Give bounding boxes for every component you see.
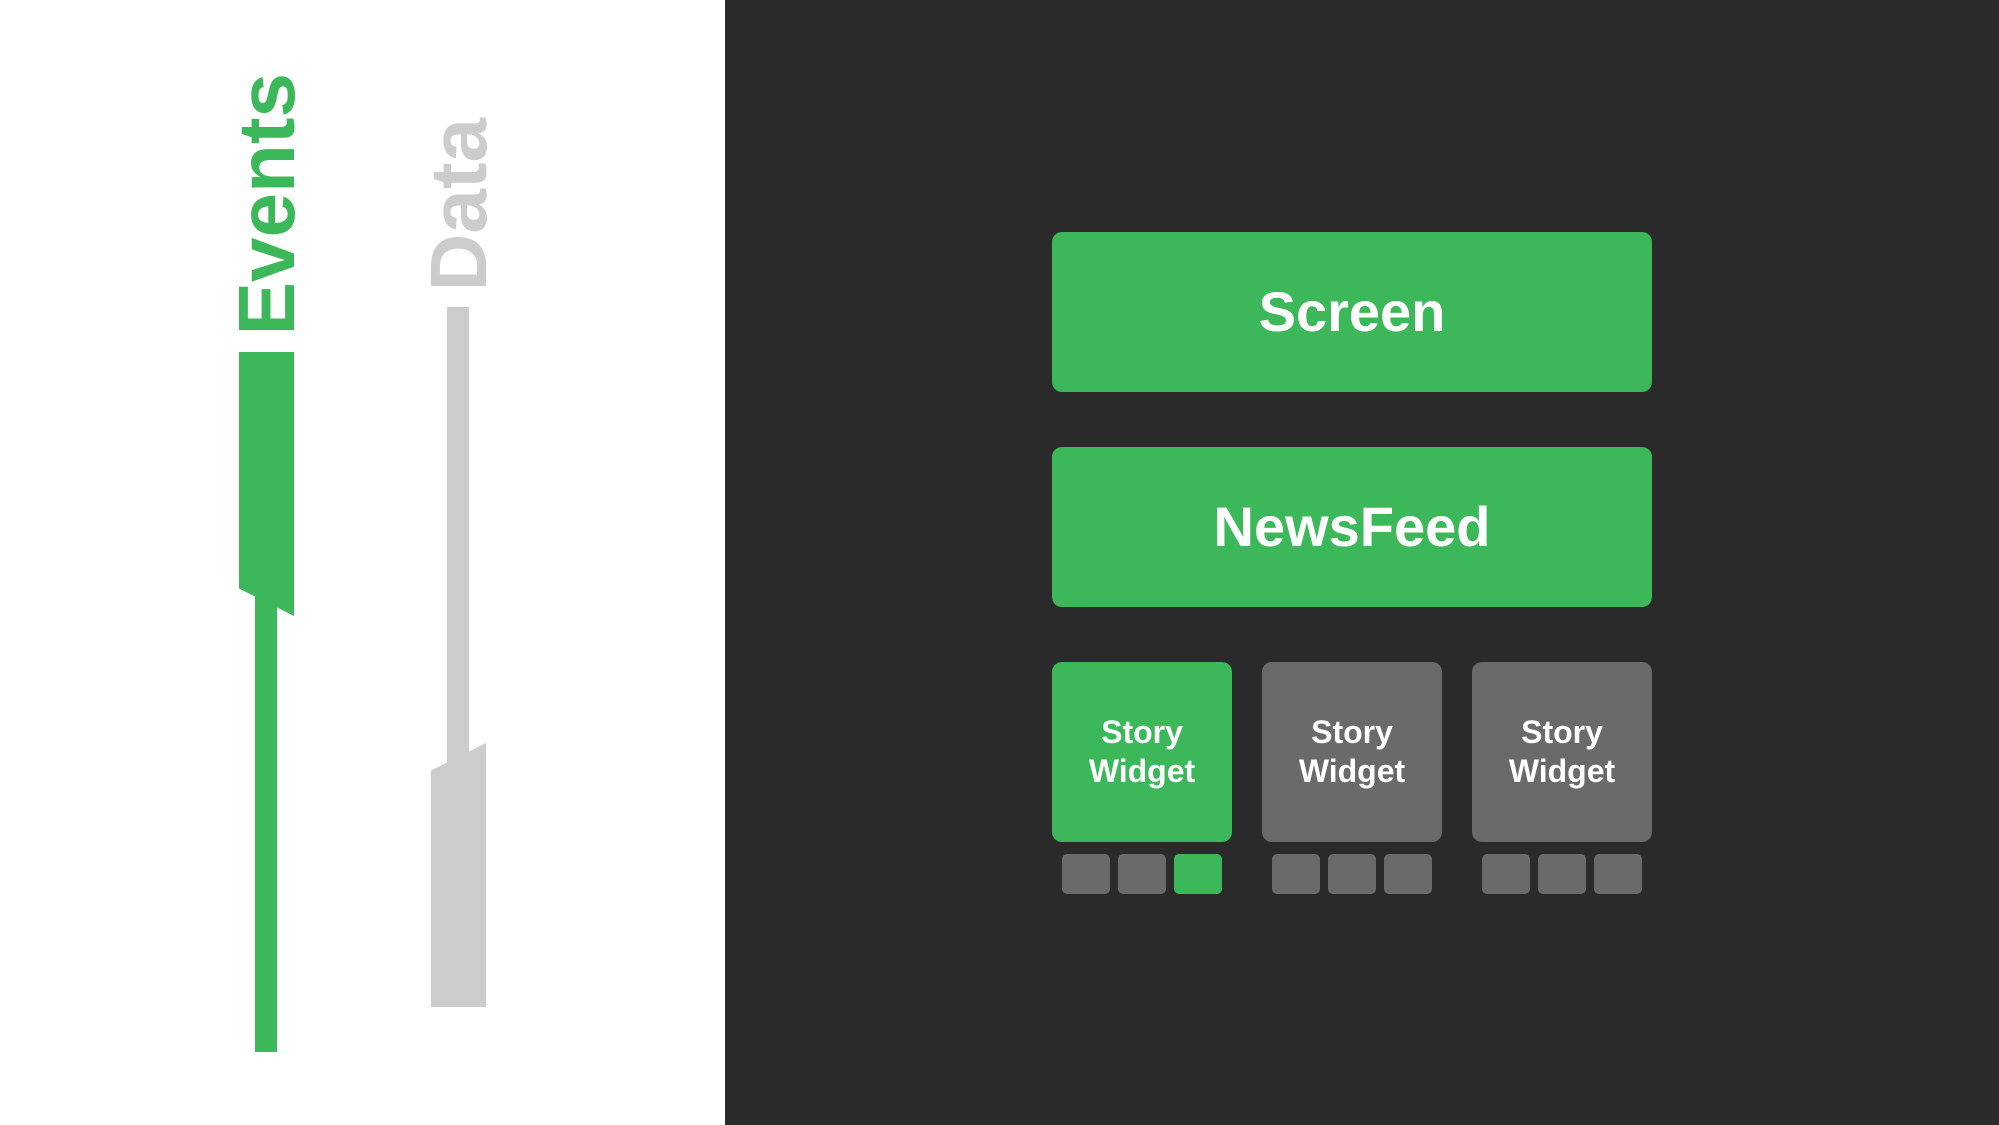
- story-widget-box-3: Story Widget: [1472, 662, 1652, 842]
- left-panel: Events Data: [0, 0, 725, 1125]
- events-label: Events: [221, 73, 313, 335]
- widgets-layout: Screen NewsFeed Story Widget: [1052, 232, 1672, 894]
- story-widget-group-2: Story Widget: [1262, 662, 1442, 894]
- right-panel: Screen NewsFeed Story Widget: [725, 0, 1999, 1125]
- arrows-container: Events Data: [221, 73, 505, 1051]
- screen-box: Screen: [1052, 232, 1652, 392]
- data-arrow-icon: [431, 307, 486, 1007]
- dot-1-1: [1062, 854, 1110, 894]
- dot-1-2: [1118, 854, 1166, 894]
- story-widget-label-2: Story Widget: [1262, 713, 1442, 790]
- data-label: Data: [413, 118, 505, 291]
- dot-2-3: [1384, 854, 1432, 894]
- story-widget-label-1: Story Widget: [1052, 713, 1232, 790]
- dot-2-2: [1328, 854, 1376, 894]
- newsfeed-box: NewsFeed: [1052, 447, 1652, 607]
- story-widget-dots-3: [1482, 854, 1642, 894]
- story-widget-dots-1: [1062, 854, 1222, 894]
- story-widget-group-3: Story Widget: [1472, 662, 1652, 894]
- dot-3-2: [1538, 854, 1586, 894]
- story-widget-group-1: Story Widget: [1052, 662, 1232, 894]
- story-widget-box-2: Story Widget: [1262, 662, 1442, 842]
- data-arrow-group: Data: [413, 118, 505, 1007]
- dot-3-1: [1482, 854, 1530, 894]
- story-widget-box-1: Story Widget: [1052, 662, 1232, 842]
- dot-1-3: [1174, 854, 1222, 894]
- dot-3-3: [1594, 854, 1642, 894]
- newsfeed-label: NewsFeed: [1214, 494, 1491, 559]
- story-widgets-row: Story Widget Story Widget: [1052, 662, 1652, 894]
- screen-label: Screen: [1259, 279, 1446, 344]
- dot-2-1: [1272, 854, 1320, 894]
- story-widget-dots-2: [1272, 854, 1432, 894]
- story-widget-label-3: Story Widget: [1472, 713, 1652, 790]
- events-arrow-group: Events: [221, 73, 313, 1051]
- events-arrow-icon: [239, 352, 294, 1052]
